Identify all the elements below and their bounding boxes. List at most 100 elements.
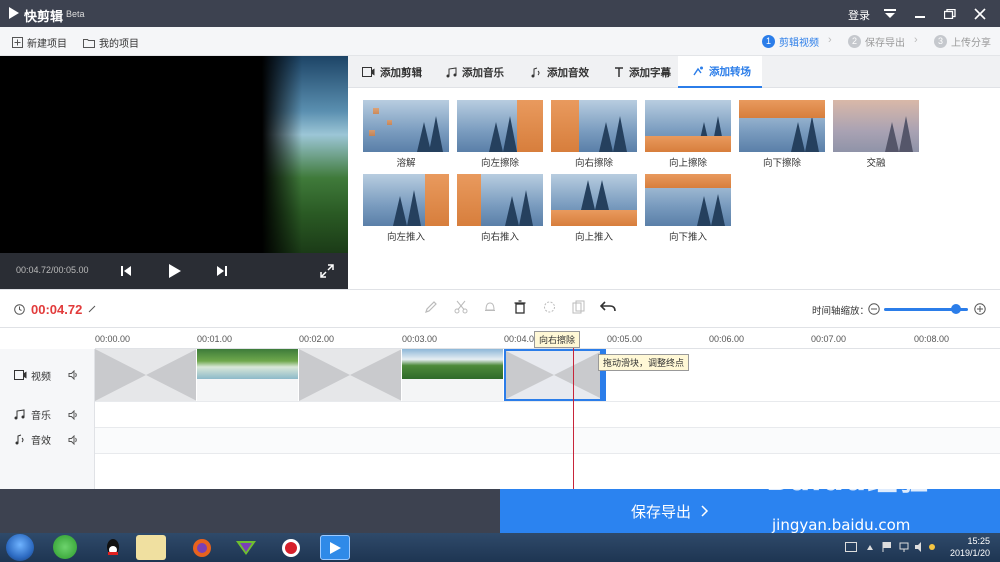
transition-push-right[interactable]	[457, 174, 543, 226]
ruler-tick: 00:04.0	[504, 334, 535, 344]
step-save-export[interactable]: 2 保存导出	[848, 34, 905, 49]
music-track-row[interactable]	[95, 402, 1000, 428]
effects-panel: 添加剪辑 添加音乐 添加音效 添加字幕 添加转场 溶解 向左擦除 向右擦除 向上…	[348, 56, 1000, 289]
fullscreen-icon[interactable]	[320, 264, 334, 278]
close-icon[interactable]	[965, 0, 995, 27]
app-360-icon[interactable]	[53, 535, 77, 559]
tab-add-clip[interactable]: 添加剪辑	[348, 56, 430, 88]
ruler-tick: 00:02.00	[299, 334, 335, 344]
new-project-label: 新建项目	[27, 39, 67, 50]
track-label: 音乐	[31, 411, 51, 422]
transition-clip[interactable]	[95, 349, 197, 401]
video-icon	[362, 67, 375, 77]
media-app-icon[interactable]	[231, 535, 261, 560]
next-frame-icon[interactable]	[216, 265, 228, 277]
track-label: 视频	[31, 371, 51, 383]
playback-controls: 00:04.72/00:05.00	[0, 253, 348, 289]
crop-effect-icon[interactable]	[542, 300, 557, 314]
windows-taskbar: 15:25 2019/1/20	[0, 533, 1000, 562]
track-label: 音效	[31, 436, 51, 447]
ruler-tick: 00:06.00	[709, 334, 745, 344]
play-icon[interactable]	[168, 263, 182, 279]
firefox-icon[interactable]	[187, 535, 217, 560]
ruler-tick: 00:03.00	[402, 334, 438, 344]
zoom-in-icon[interactable]	[974, 303, 986, 315]
kuaijianji-taskbar-icon[interactable]	[320, 535, 350, 560]
video-clip[interactable]	[402, 349, 504, 401]
my-projects-button[interactable]: 我的项目	[83, 35, 139, 50]
video-clip[interactable]	[197, 349, 299, 401]
pencil-icon[interactable]	[424, 300, 438, 314]
minimize-icon[interactable]	[905, 0, 935, 27]
sound-effect-track-row[interactable]	[95, 428, 1000, 454]
volume-icon[interactable]	[68, 409, 79, 420]
transition-wipe-down[interactable]	[739, 100, 825, 152]
timeline-toolbar: 00:04.72 时间轴缩放：	[0, 289, 1000, 327]
video-icon	[14, 370, 27, 380]
transition-dissolve[interactable]	[363, 100, 449, 152]
edit-time-icon[interactable]	[88, 305, 96, 313]
transition-blend[interactable]	[833, 100, 919, 152]
clock-time: 15:25	[967, 536, 990, 546]
tray-up-icon[interactable]	[866, 542, 874, 552]
music-icon	[446, 66, 457, 77]
transition-push-left[interactable]	[363, 174, 449, 226]
step-label: 剪辑视频	[779, 38, 819, 49]
network-icon[interactable]	[898, 541, 910, 553]
login-button[interactable]: 登录	[848, 7, 870, 23]
zoom-out-icon[interactable]	[868, 303, 880, 315]
menu-dropdown-icon[interactable]	[875, 0, 905, 27]
tab-add-music[interactable]: 添加音乐	[432, 56, 514, 88]
tab-add-transition[interactable]: 添加转场	[678, 56, 762, 88]
maximize-icon[interactable]	[935, 0, 965, 27]
transition-wipe-up[interactable]	[645, 100, 731, 152]
bell-icon[interactable]	[483, 300, 497, 314]
transition-label: 向上推入	[574, 232, 613, 243]
zoom-label: 时间轴缩放：	[812, 306, 870, 317]
menu-bar: 新建项目 我的项目 1 剪辑视频 › 2 保存导出 › 3 上传分享	[0, 27, 1000, 56]
ruler-tick: 00:00.00	[95, 334, 131, 344]
speaker-icon[interactable]	[914, 541, 926, 553]
step-upload-share[interactable]: 3 上传分享	[934, 34, 991, 49]
step-number: 3	[934, 35, 947, 48]
new-project-button[interactable]: 新建项目	[12, 35, 67, 50]
transition-wipe-right[interactable]	[551, 100, 637, 152]
track-headers: 视频 音乐 音效	[0, 349, 95, 490]
transition-push-down[interactable]	[645, 174, 731, 226]
transition-label: 向左推入	[386, 232, 425, 243]
transition-clip[interactable]	[299, 349, 402, 401]
transition-wipe-left[interactable]	[457, 100, 543, 152]
baidu-watermark: Baidu经验	[766, 463, 930, 498]
step-number: 2	[848, 35, 861, 48]
ruler-tick: 00:07.00	[811, 334, 847, 344]
title-bar: 快剪辑 Beta 登录	[0, 0, 1000, 27]
qq-icon[interactable]	[98, 535, 128, 560]
flag-icon[interactable]	[882, 541, 892, 553]
screen-recorder-icon[interactable]	[276, 535, 306, 560]
chevron-right-icon: ›	[914, 34, 918, 46]
chevron-right-icon	[701, 505, 709, 517]
system-clock[interactable]: 15:25 2019/1/20	[940, 535, 990, 559]
keyboard-icon[interactable]	[845, 542, 857, 552]
add-square-icon	[12, 37, 23, 48]
tab-add-subtitle[interactable]: 添加字幕	[600, 56, 682, 88]
playhead[interactable]	[573, 337, 574, 489]
delete-icon[interactable]	[513, 300, 527, 314]
step-edit-video[interactable]: 1 剪辑视频	[762, 34, 819, 49]
volume-icon[interactable]	[68, 434, 79, 445]
step-label: 上传分享	[951, 38, 991, 49]
undo-icon[interactable]	[600, 300, 616, 314]
volume-icon[interactable]	[68, 370, 79, 380]
transition-push-up[interactable]	[551, 174, 637, 226]
transition-label: 向右推入	[480, 232, 519, 243]
weather-icon[interactable]	[928, 543, 936, 551]
copy-icon[interactable]	[572, 300, 585, 314]
tab-add-sound-effect[interactable]: 添加音效	[516, 56, 598, 88]
beta-badge: Beta	[66, 9, 85, 19]
previous-frame-icon[interactable]	[120, 265, 132, 277]
selected-transition-clip[interactable]	[504, 349, 604, 401]
zoom-slider-handle[interactable]	[951, 304, 961, 314]
start-button[interactable]	[6, 534, 34, 561]
file-explorer-icon[interactable]	[136, 535, 166, 560]
scissors-icon[interactable]	[454, 300, 468, 314]
